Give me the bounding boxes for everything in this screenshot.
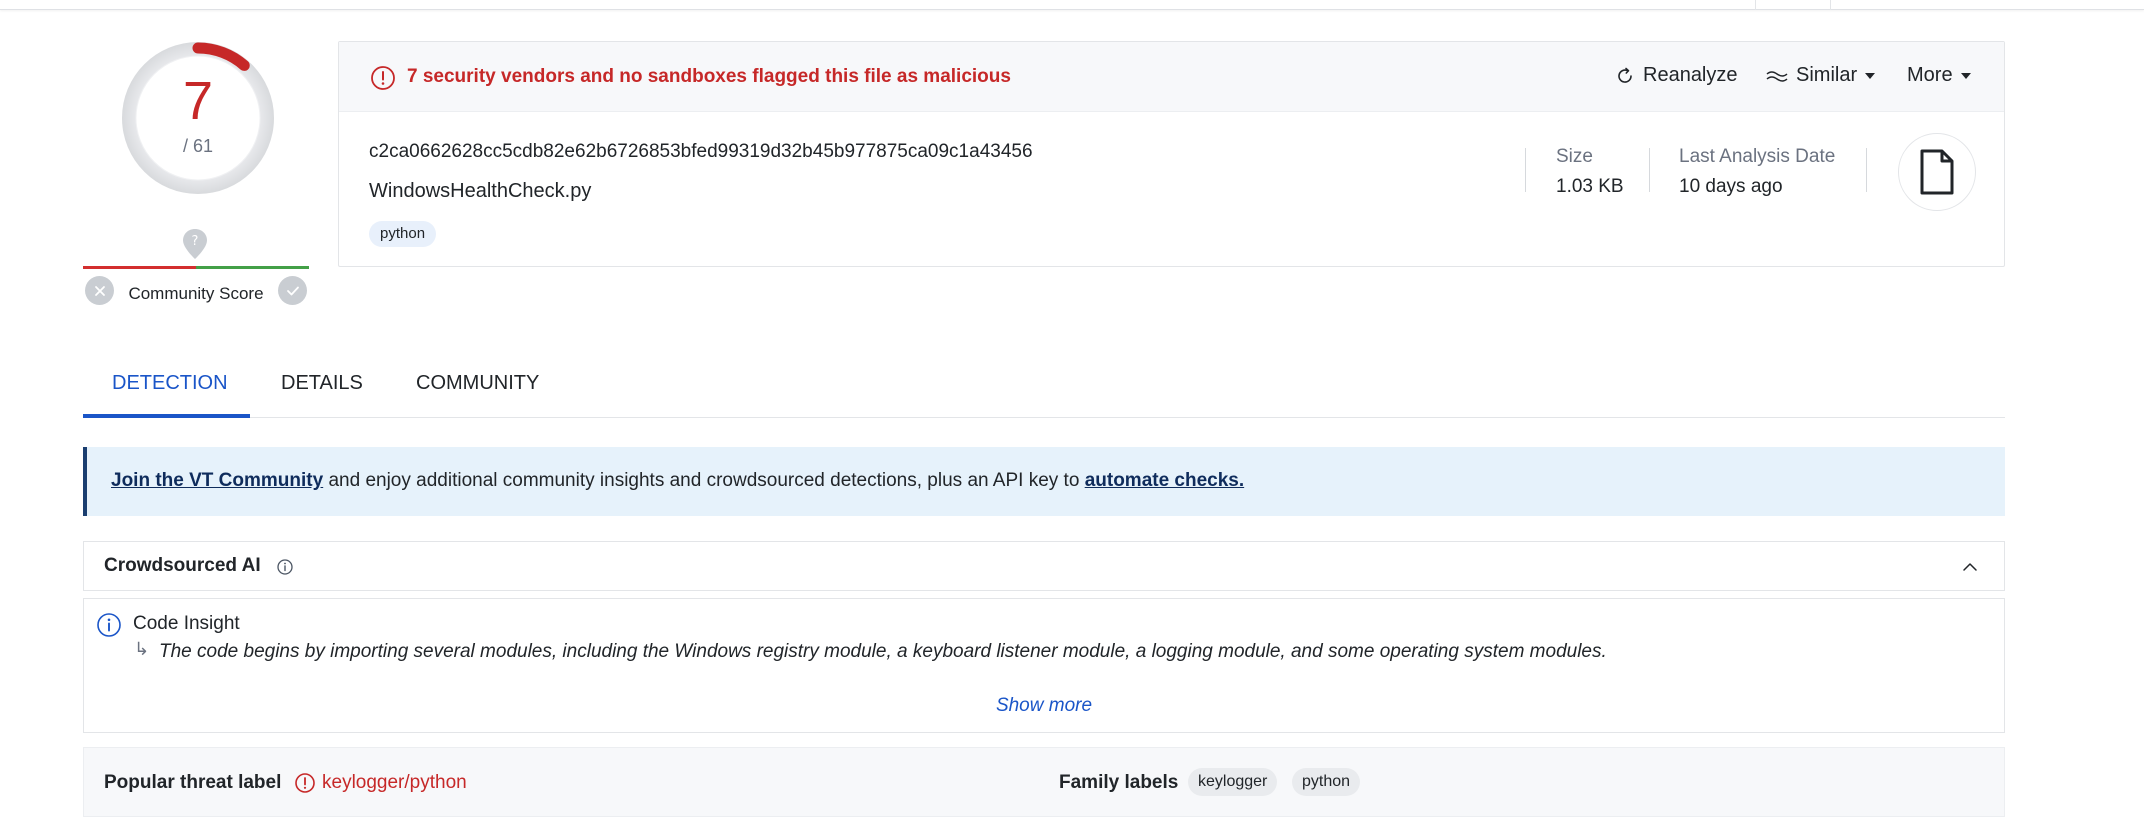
- crowdsourced-ai-header[interactable]: Crowdsourced AI: [83, 541, 2005, 591]
- banner-message: Join the VT Community and enjoy addition…: [111, 470, 1244, 492]
- similar-dropdown[interactable]: Similar: [1766, 64, 1876, 87]
- file-tag[interactable]: python: [369, 221, 437, 247]
- last-analysis-date-label: Last Analysis Date: [1679, 146, 1836, 167]
- community-score-bar-negative: [83, 266, 196, 269]
- meta-divider: [1866, 148, 1867, 192]
- more-dropdown[interactable]: More: [1907, 64, 1971, 87]
- size-label: Size: [1556, 146, 1593, 167]
- meta-divider: [1525, 148, 1526, 192]
- malicious-alert-bar: 7 security vendors and no sandboxes flag…: [339, 42, 2004, 112]
- join-community-link[interactable]: Join the VT Community: [111, 470, 323, 491]
- banner-middle-text: and enjoy additional community insights …: [323, 470, 1085, 491]
- file-hash[interactable]: c2ca0662628cc5cdb82e62b6726853bfed99319d…: [369, 141, 1033, 163]
- vote-harmless-button[interactable]: [278, 276, 307, 305]
- similar-icon: [1766, 70, 1788, 82]
- chevron-down-icon: [1865, 72, 1876, 79]
- subdirectory-arrow-icon: ↳: [134, 639, 150, 659]
- code-insight-title: Code Insight: [133, 613, 240, 634]
- size-value: 1.03 KB: [1556, 176, 1624, 197]
- top-navigation-bar: [0, 0, 2144, 10]
- family-labels-heading: Family labels: [1059, 772, 1179, 793]
- active-tab-indicator: [83, 414, 250, 418]
- alert-circle-icon: [371, 66, 395, 90]
- more-label: More: [1907, 64, 1953, 86]
- detections-count: 7: [182, 71, 214, 131]
- popular-threat-value[interactable]: keylogger/python: [322, 772, 467, 794]
- close-icon: [94, 285, 105, 296]
- reanalyze-button[interactable]: Reanalyze: [1615, 64, 1738, 87]
- family-label-pill[interactable]: keylogger: [1188, 768, 1278, 796]
- file-summary-card: 7 security vendors and no sandboxes flag…: [338, 41, 2005, 267]
- tab-community[interactable]: COMMUNITY: [416, 372, 539, 395]
- file-icon: [1920, 149, 1954, 195]
- info-icon[interactable]: [276, 558, 294, 576]
- code-insight-text: The code begins by importing several mod…: [159, 641, 1607, 662]
- show-more-link[interactable]: Show more: [84, 695, 2004, 717]
- svg-text:?: ?: [192, 234, 199, 249]
- tab-detection[interactable]: DETECTION: [112, 372, 228, 395]
- threat-labels-panel: Popular threat label keylogger/python Fa…: [83, 747, 2005, 817]
- report-tabs: DETECTION DETAILS COMMUNITY: [83, 360, 2005, 418]
- chevron-down-icon: [1960, 72, 1971, 79]
- section-title: Crowdsourced AI: [104, 555, 261, 576]
- info-circle-icon: [97, 613, 121, 637]
- total-engines: / 61: [182, 136, 214, 156]
- last-analysis-date-value: 10 days ago: [1679, 176, 1783, 197]
- section-divider: [83, 590, 2005, 591]
- file-type-badge: [1898, 133, 1976, 211]
- community-score-marker-icon: ?: [183, 229, 207, 259]
- check-icon: [286, 286, 299, 295]
- detection-score-gauge: 7 / 61: [118, 38, 278, 198]
- reanalyze-label: Reanalyze: [1643, 64, 1738, 86]
- refresh-icon: [1618, 67, 1632, 83]
- chevron-up-icon[interactable]: [1962, 559, 1978, 575]
- automate-checks-link[interactable]: automate checks.: [1085, 470, 1244, 491]
- family-label-pill[interactable]: python: [1292, 768, 1361, 796]
- meta-divider: [1649, 148, 1650, 192]
- code-insight-panel: Code Insight ↳ The code begins by import…: [83, 598, 2005, 733]
- alert-message: 7 security vendors and no sandboxes flag…: [407, 66, 1011, 87]
- tab-details[interactable]: DETAILS: [281, 372, 363, 395]
- popular-threat-label: Popular threat label: [104, 772, 282, 793]
- file-name: WindowsHealthCheck.py: [369, 180, 592, 202]
- similar-label: Similar: [1796, 64, 1858, 86]
- vote-malicious-button[interactable]: [85, 276, 114, 305]
- top-bar-tab[interactable]: [1755, 0, 1831, 10]
- alert-circle-icon: [295, 773, 315, 793]
- community-score-label: Community Score: [128, 284, 264, 303]
- community-score-bar-positive: [196, 266, 309, 269]
- community-banner: Join the VT Community and enjoy addition…: [83, 447, 2005, 516]
